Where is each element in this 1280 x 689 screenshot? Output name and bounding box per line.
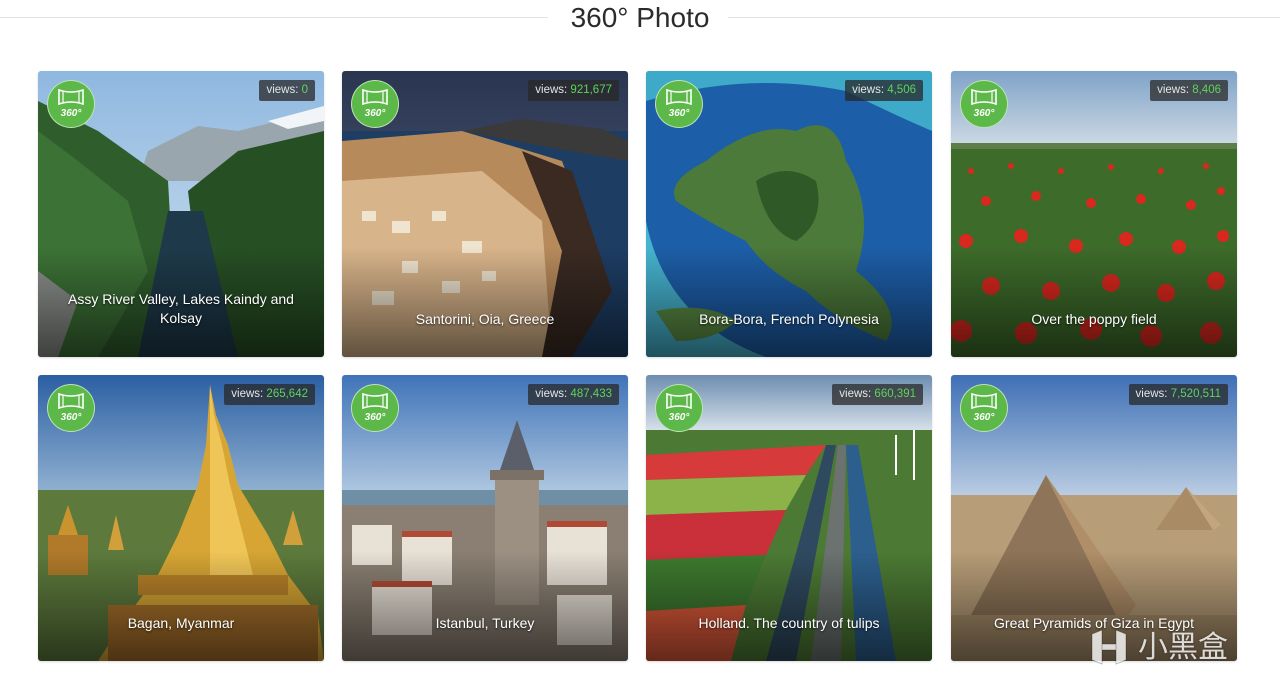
views-counter: views: 8,406 xyxy=(1150,80,1228,101)
views-count: 660,391 xyxy=(874,388,916,400)
badge-label: 360° xyxy=(973,412,995,423)
caption-gradient xyxy=(38,551,324,661)
caption-gradient xyxy=(342,551,628,661)
views-count: 0 xyxy=(301,84,308,96)
badge-label: 360° xyxy=(973,108,995,119)
views-count: 265,642 xyxy=(266,388,308,400)
heybox-logo-icon xyxy=(1091,629,1127,665)
views-counter: views: 921,677 xyxy=(528,80,619,101)
views-counter: views: 7,520,511 xyxy=(1128,384,1228,405)
views-counter: views: 660,391 xyxy=(832,384,923,405)
photo-card-santorini[interactable]: 360° views: 921,677 Santorini, Oia, Gree… xyxy=(342,71,628,357)
photo-card-holland[interactable]: 360° views: 660,391 Holland. The country… xyxy=(646,375,932,661)
panorama-360-icon: 360° xyxy=(351,80,399,128)
panorama-360-icon: 360° xyxy=(351,384,399,432)
views-count: 8,406 xyxy=(1192,84,1221,96)
views-count: 921,677 xyxy=(570,84,612,96)
views-count: 7,520,511 xyxy=(1170,388,1221,400)
views-count: 4,506 xyxy=(887,84,916,96)
views-counter: views: 4,506 xyxy=(845,80,923,101)
caption-gradient xyxy=(951,247,1237,357)
panorama-360-icon: 360° xyxy=(47,80,95,128)
panorama-360-icon: 360° xyxy=(960,80,1008,128)
panorama-360-icon: 360° xyxy=(655,384,703,432)
badge-label: 360° xyxy=(60,412,82,423)
header-divider-right xyxy=(728,17,1280,18)
photo-title: Holland. The country of tulips xyxy=(698,615,880,631)
photo-card-assy-river-valley[interactable]: 360° views: 0 Assy River Valley, Lakes K… xyxy=(38,71,324,357)
caption-gradient xyxy=(646,551,932,661)
views-counter: views: 0 xyxy=(259,80,315,101)
section-title: 360° Photo xyxy=(570,2,710,33)
watermark-logo: 小黑盒 xyxy=(1088,628,1248,670)
badge-label: 360° xyxy=(60,108,82,119)
photo-card-bora-bora[interactable]: 360° views: 4,506 Bora-Bora, French Poly… xyxy=(646,71,932,357)
panorama-360-icon: 360° xyxy=(655,80,703,128)
photo-title: Assy River Valley, Lakes Kaindy and Kols… xyxy=(68,291,294,326)
photo-title: Santorini, Oia, Greece xyxy=(415,311,555,327)
photo-card-istanbul[interactable]: 360° views: 487,433 Istanbul, Turkey xyxy=(342,375,628,661)
views-counter: views: 265,642 xyxy=(224,384,315,405)
badge-label: 360° xyxy=(668,108,690,119)
watermark-text: 小黑盒 xyxy=(1138,630,1228,665)
caption-gradient xyxy=(646,247,932,357)
photo-title: Istanbul, Turkey xyxy=(435,615,535,631)
panorama-360-icon: 360° xyxy=(47,384,95,432)
badge-label: 360° xyxy=(364,412,386,423)
badge-label: 360° xyxy=(364,108,386,119)
section-header: 360° Photo xyxy=(0,0,1280,40)
badge-label: 360° xyxy=(668,412,690,423)
photo-title: Bagan, Myanmar xyxy=(127,615,235,631)
photo-card-giza[interactable]: 360° views: 7,520,511 Great Pyramids of … xyxy=(951,375,1237,661)
photo-card-poppy-field[interactable]: 360° views: 8,406 Over the poppy field xyxy=(951,71,1237,357)
photo-grid: 360° views: 0 Assy River Valley, Lakes K… xyxy=(38,71,1237,661)
caption-gradient xyxy=(342,247,628,357)
photo-card-bagan[interactable]: 360° views: 265,642 Bagan, Myanmar xyxy=(38,375,324,661)
views-counter: views: 487,433 xyxy=(528,384,619,405)
photo-title: Over the poppy field xyxy=(1031,311,1157,327)
panorama-360-icon: 360° xyxy=(960,384,1008,432)
views-count: 487,433 xyxy=(570,388,612,400)
photo-title: Bora-Bora, French Polynesia xyxy=(699,311,879,327)
